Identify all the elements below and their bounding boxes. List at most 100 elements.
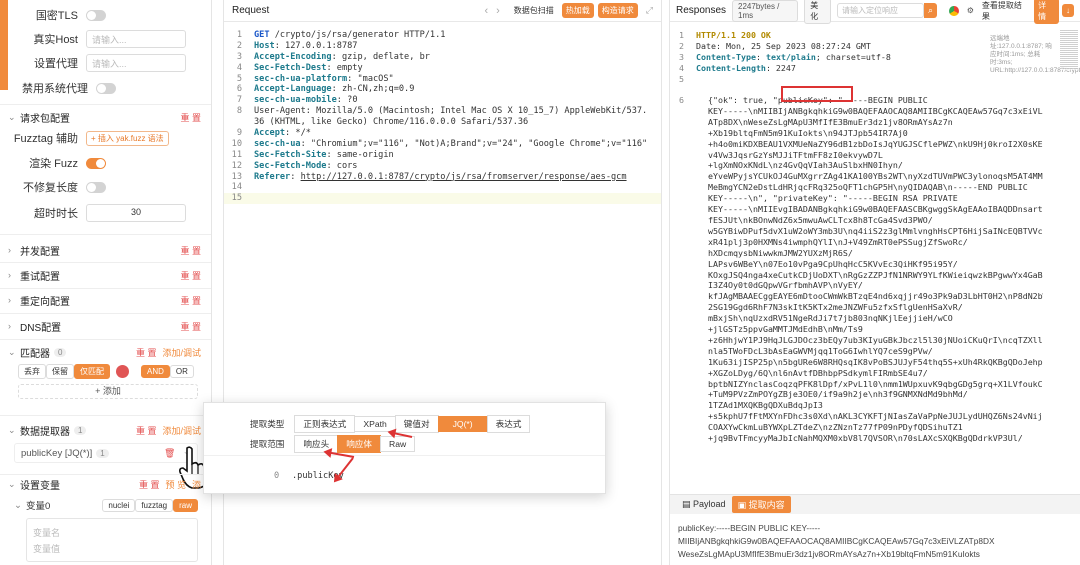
raw-tab[interactable]: raw: [173, 498, 198, 512]
extractor-item[interactable]: publicKey [JQ(*)] 1 🗑 ✧: [14, 443, 198, 463]
color-picker-icon[interactable]: [116, 365, 129, 378]
response-title: Responses: [676, 5, 727, 16]
code-line: 4 Sec-Fetch-Dest: empty: [224, 63, 661, 74]
disable-system-proxy-toggle[interactable]: [96, 82, 116, 94]
request-config-reset[interactable]: 重 置: [180, 111, 201, 124]
delete-icon[interactable]: 🗑: [164, 448, 175, 459]
variable-editor[interactable]: 变量名 变量值: [26, 518, 198, 562]
variables-add[interactable]: 添: [192, 478, 201, 491]
no-fix-length-toggle[interactable]: [86, 181, 106, 193]
minimap[interactable]: [1060, 30, 1078, 70]
variables-preview[interactable]: 预 览: [165, 478, 186, 491]
search-icon[interactable]: ⌕: [923, 3, 938, 18]
section-reset[interactable]: 重 置: [180, 269, 201, 282]
code-line: 7 sec-ch-ua-mobile: ?0: [224, 95, 661, 106]
extractor-reset[interactable]: 重 置: [136, 424, 157, 437]
or-button[interactable]: OR: [169, 365, 194, 378]
chrome-icon[interactable]: [949, 5, 959, 16]
extract-content-tab-label: 提取内容: [748, 500, 785, 510]
gear-icon[interactable]: ⚙: [967, 6, 974, 15]
code-line: 5 sec-ch-ua-platform: "macOS": [224, 74, 661, 85]
extract-content-tab[interactable]: ▣ 提取内容: [731, 496, 791, 513]
line-text: 36 (KHTML, like Gecko) Chrome/116.0.0.0 …: [254, 117, 528, 128]
prev-icon[interactable]: ‹: [484, 5, 488, 17]
nuclei-tab[interactable]: nuclei: [102, 498, 136, 512]
discard-button[interactable]: 丢弃: [18, 364, 46, 379]
matcher-count: 0: [54, 347, 67, 357]
line-number: 1: [679, 30, 684, 40]
extractor-count: 1: [74, 425, 87, 435]
next-icon[interactable]: ›: [496, 5, 500, 17]
code-token: : ?0: [336, 95, 358, 106]
build-request-button[interactable]: 构造请求: [597, 3, 638, 18]
gm-tls-toggle[interactable]: [86, 9, 106, 21]
code-line: 9 Accept: */*: [224, 128, 661, 139]
dns-section[interactable]: › DNS配置 重 置: [8, 316, 201, 336]
only-match-button[interactable]: 仅匹配: [74, 364, 110, 379]
side-tab-strip[interactable]: [0, 0, 8, 90]
section-title: 并发配置: [20, 246, 60, 258]
type-expression[interactable]: 表达式: [486, 415, 531, 433]
matcher-header[interactable]: ⌄ 匹配器 0 重 置 添加/调试: [8, 342, 201, 362]
line-number: 6: [236, 84, 242, 95]
extractor-header[interactable]: ⌄ 数据提取器 1 重 置 添加/调试: [8, 420, 201, 440]
fuzztag-tab[interactable]: fuzztag: [135, 498, 174, 512]
proxy-input[interactable]: 请输入...: [86, 54, 186, 72]
section-reset[interactable]: 重 置: [180, 320, 201, 333]
code-token: Accept-Encoding: [254, 51, 332, 62]
type-jq[interactable]: JQ(*): [437, 416, 488, 432]
variable-0-row[interactable]: ⌄ 变量0 nuclei fuzztag raw: [14, 496, 198, 514]
line-number: 3: [236, 51, 242, 62]
arrow-down-icon[interactable]: ↓: [1062, 4, 1074, 17]
concurrency-section[interactable]: › 并发配置 重 置: [8, 240, 201, 260]
chevron-down-icon: ⌄: [8, 346, 16, 357]
body-line-number: 6: [679, 95, 684, 105]
scope-body[interactable]: 响应体: [337, 435, 381, 453]
real-host-row: 真实Host 请输入...: [10, 29, 201, 49]
matcher-add-debug[interactable]: 添加/调试: [162, 346, 201, 359]
payload-tab[interactable]: ▤ Payload: [676, 497, 732, 512]
matcher-add-button[interactable]: + 添加: [18, 384, 198, 399]
scope-raw[interactable]: Raw: [379, 436, 416, 452]
line-text: Sec-Fetch-Mode: cors: [254, 161, 357, 172]
code-token: text/plain: [765, 51, 816, 62]
redirect-section[interactable]: › 重定向配置 重 置: [8, 290, 201, 310]
retry-section[interactable]: › 重试配置 重 置: [8, 265, 201, 285]
variables-header[interactable]: ⌄ 设置变量 重 置 预 览 添: [8, 474, 201, 494]
code-token: GET: [254, 30, 270, 40]
view-result-button[interactable]: 查看提取结果: [982, 0, 1026, 22]
render-fuzz-toggle[interactable]: [86, 157, 106, 169]
insert-fuzz-button[interactable]: + 插入 yak.fuzz 语法: [86, 130, 169, 146]
section-reset[interactable]: 重 置: [180, 244, 201, 257]
line-number: 9: [236, 128, 242, 139]
variable-name-input[interactable]: 变量名: [33, 525, 191, 541]
code-token: Sec-Fetch-Site: [254, 149, 327, 160]
and-button[interactable]: AND: [141, 365, 170, 378]
code-token: Content-Length: [696, 62, 766, 73]
line-number: 8: [236, 106, 242, 117]
code-token: : zh-CN,zh;q=0.9: [331, 84, 415, 95]
timeout-input[interactable]: 30: [86, 204, 186, 222]
extractor-add-debug[interactable]: 添加/调试: [162, 424, 201, 437]
packet-scan-button[interactable]: 数据包扫描: [510, 3, 558, 18]
type-regex[interactable]: 正则表达式: [294, 415, 356, 433]
section-reset[interactable]: 重 置: [180, 294, 201, 307]
beautify-button[interactable]: 美化: [804, 0, 831, 24]
gm-tls-row: 国密TLS: [10, 5, 201, 25]
code-line: 36 (KHTML, like Gecko) Chrome/116.0.0.0 …: [224, 117, 661, 128]
variable-value-input[interactable]: 变量值: [33, 541, 191, 557]
response-search-input[interactable]: 请输入定位响应: [836, 3, 924, 18]
line-number: 1: [236, 30, 242, 40]
line-number: 5: [236, 73, 242, 84]
detail-button[interactable]: 详 情: [1034, 0, 1059, 24]
real-host-input[interactable]: 请输入...: [86, 30, 186, 48]
request-config-header[interactable]: ⌄ 请求包配置 重 置: [8, 107, 201, 127]
keep-button[interactable]: 保留: [46, 364, 74, 379]
line-number: 3: [679, 51, 684, 62]
hot-reload-button[interactable]: 热加载: [561, 3, 594, 18]
matcher-reset[interactable]: 重 置: [136, 346, 157, 359]
variables-reset[interactable]: 重 置: [139, 478, 160, 491]
code-token: Sec-Fetch-Dest: [254, 62, 327, 73]
expand-icon[interactable]: ⤢: [646, 5, 653, 16]
request-editor[interactable]: 1 GET /crypto/js/rsa/generator HTTP/1.1 2 H…: [224, 30, 661, 205]
